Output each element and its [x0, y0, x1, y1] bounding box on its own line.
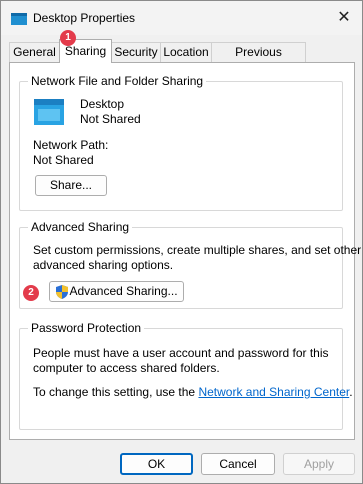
apply-button[interactable]: Apply [283, 453, 355, 475]
password-text-2: computer to access shared folders. [33, 361, 220, 375]
close-icon: ✕ [337, 9, 351, 26]
advanced-sharing-button-label: Advanced Sharing... [69, 284, 178, 298]
sharing-panel: Network File and Folder Sharing Desktop … [9, 62, 361, 440]
desktop-folder-icon [11, 13, 27, 25]
advanced-sharing-description-1: Set custom permissions, create multiple … [33, 243, 362, 257]
tab-location[interactable]: Location [160, 42, 212, 62]
tab-strip: General Sharing Security Location Previo… [9, 39, 355, 78]
cancel-button[interactable]: Cancel [201, 453, 275, 475]
network-path-value: Not Shared [33, 153, 94, 167]
shared-folder-icon [34, 99, 64, 125]
window-title: Desktop Properties [33, 11, 136, 25]
network-sharing-group-title: Network File and Folder Sharing [28, 74, 207, 88]
advanced-sharing-description-2: advanced sharing options. [33, 258, 174, 272]
change-setting-prefix: To change this setting, use the [33, 385, 199, 399]
change-setting-text: To change this setting, use the Network … [33, 385, 353, 399]
sharing-status: Not Shared [80, 112, 141, 126]
share-button[interactable]: Share... [35, 175, 107, 196]
tab-general[interactable]: General [9, 42, 60, 62]
title-bar: Desktop Properties ✕ [1, 1, 362, 35]
dialog-buttons: OK Cancel Apply [1, 446, 362, 483]
properties-window: Desktop Properties ✕ General Sharing Sec… [0, 0, 363, 484]
step-badge-1: 1 [60, 30, 76, 46]
change-setting-suffix: . [349, 385, 353, 399]
password-protection-group: Password Protection People must have a u… [19, 321, 353, 430]
tab-previous-versions[interactable]: Previous Versions [211, 42, 306, 78]
advanced-sharing-group-title: Advanced Sharing [28, 220, 133, 234]
network-path-label: Network Path: [33, 138, 109, 152]
uac-shield-icon [56, 285, 68, 299]
network-sharing-group: Network File and Folder Sharing Desktop … [19, 74, 343, 211]
ok-button[interactable]: OK [120, 453, 193, 475]
password-text-1: People must have a user account and pass… [33, 346, 329, 360]
password-protection-group-title: Password Protection [28, 321, 145, 335]
close-button[interactable]: ✕ [331, 6, 357, 30]
advanced-sharing-button[interactable]: Advanced Sharing... [49, 281, 184, 302]
advanced-sharing-group: Advanced Sharing Set custom permissions,… [19, 220, 361, 309]
folder-name: Desktop [80, 97, 125, 111]
network-sharing-center-link[interactable]: Network and Sharing Center [198, 385, 349, 399]
step-badge-2: 2 [23, 285, 39, 301]
tab-security[interactable]: Security [111, 42, 161, 62]
